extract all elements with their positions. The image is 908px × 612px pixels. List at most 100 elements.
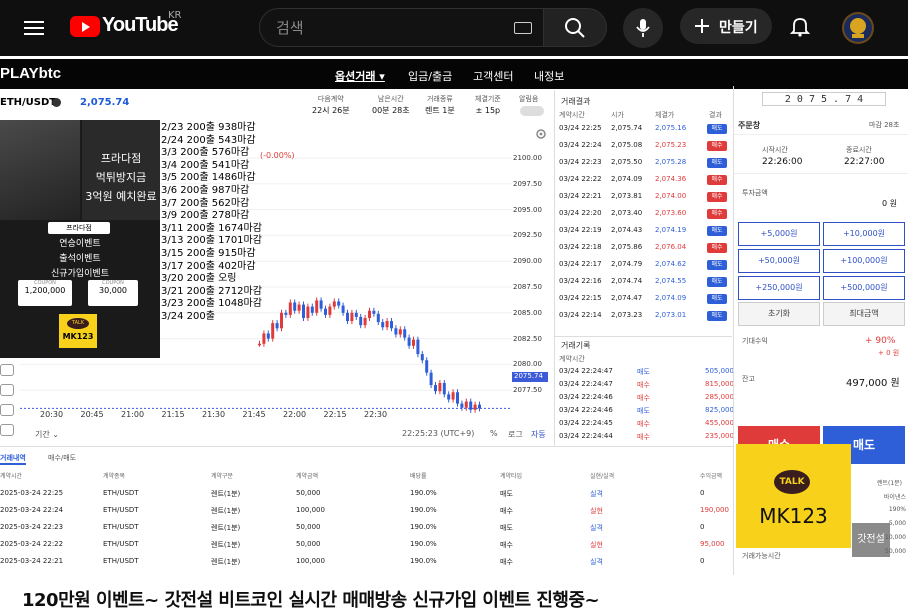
video-title[interactable]: 120만원 이벤트~ 갓전설 비트코인 실시간 매매방송 신규가입 이벤트 진행… xyxy=(22,586,600,612)
x-tick-label: 22:30 xyxy=(364,410,388,419)
history-cell: 2025-03-24 22:22 xyxy=(0,540,64,548)
magnet-icon[interactable] xyxy=(0,364,14,376)
x-tick-label: 21:00 xyxy=(121,410,145,419)
result-close: 2,074.55 xyxy=(655,277,687,285)
history-cell: 0 xyxy=(700,489,705,497)
drawing-tools xyxy=(0,364,14,444)
notice-line: 3/17 200출 402마감 xyxy=(161,260,256,272)
search-button[interactable] xyxy=(543,8,607,47)
period-select[interactable]: 기간 ⌄ xyxy=(35,429,59,440)
result-time: 03/24 22:18 xyxy=(559,243,602,251)
payout-notice-list: 2/23 200출 938마감 2/24 200출 543마감 3/3 200출 5… xyxy=(161,122,262,324)
candle xyxy=(346,312,349,322)
log-time: 03/24 22:24:46 xyxy=(559,393,613,401)
tab-buy-sell[interactable]: 매수/매도 xyxy=(48,453,76,463)
result-badge: 매도 xyxy=(707,260,727,270)
add-50000-button[interactable]: +50,000원 xyxy=(738,249,820,273)
result-time: 03/24 22:21 xyxy=(559,192,602,200)
video-player[interactable]: PLAYbtc 옵션거래 ▾ 입금/출금 고객센터 내정보 ETH/USDT 2… xyxy=(0,56,908,575)
result-time: 03/24 22:20 xyxy=(559,209,602,217)
candle xyxy=(280,312,283,329)
add-5000-button[interactable]: +5,000원 xyxy=(738,222,820,246)
voice-search-button[interactable] xyxy=(623,8,663,48)
result-badge: 매도 xyxy=(707,158,727,168)
results-col-result: 결과 xyxy=(709,111,722,119)
history-cell: ETH/USDT xyxy=(103,540,139,548)
candle xyxy=(319,300,323,309)
nav-myinfo[interactable]: 내정보 xyxy=(534,68,564,84)
history-cell: 렌트(1분) xyxy=(211,524,241,532)
log-side: 매도 xyxy=(637,368,650,376)
add-250000-button[interactable]: +250,000원 xyxy=(738,276,820,300)
kakao-talk-tile[interactable]: TALK MK123 xyxy=(59,314,97,348)
results-col-close: 체결가 xyxy=(655,111,675,119)
result-row: 03/24 22:19 2,074.43 2,074.19 매도 xyxy=(559,226,731,240)
notifications-button[interactable] xyxy=(788,14,812,38)
nav-option-trade[interactable]: 옵션거래 ▾ xyxy=(335,68,385,84)
result-close: 2,074.00 xyxy=(655,192,687,200)
menu-icon[interactable] xyxy=(22,16,46,40)
avatar-image xyxy=(844,14,872,42)
result-row: 03/24 22:23 2,075.50 2,075.28 매도 xyxy=(559,158,731,172)
notice-line: 3/6 200출 987마감 xyxy=(161,184,250,196)
history-cell: 0 xyxy=(700,523,705,531)
reset-button[interactable]: 초기화 xyxy=(738,302,820,326)
ad-text-block: 프라다점 먹튀방지금 3억원 예치완료 xyxy=(82,120,160,220)
chart-settings-icon[interactable] xyxy=(535,128,547,140)
keyboard-icon[interactable] xyxy=(514,22,532,34)
candle xyxy=(478,404,481,409)
playbtc-navbar: PLAYbtc 옵션거래 ▾ 입금/출금 고객센터 내정보 xyxy=(0,59,908,89)
search-icon xyxy=(565,18,585,38)
nav-support[interactable]: 고객센터 xyxy=(473,68,513,84)
result-badge: 매수 xyxy=(707,175,727,185)
youtube-logo[interactable]: YouTube xyxy=(70,14,179,42)
result-close: 2,074.62 xyxy=(655,260,687,268)
history-cell: 실현 xyxy=(590,507,603,515)
percent-scale-button[interactable]: % xyxy=(490,429,498,438)
notice-line: 3/21 200출 2712마감 xyxy=(161,285,262,297)
start-time-label: 시작시간 xyxy=(762,146,788,154)
add-10000-button[interactable]: +10,000원 xyxy=(823,222,905,246)
history-cell: ETH/USDT xyxy=(103,557,139,565)
candle xyxy=(451,392,455,400)
auto-scale-button[interactable]: 자동 xyxy=(531,429,546,440)
history-col: 수익금액 xyxy=(700,473,723,480)
invest-amount[interactable]: 0 원 xyxy=(882,198,897,209)
history-cell: 실격 xyxy=(590,490,603,498)
pair-dropdown-icon[interactable] xyxy=(52,98,61,107)
kakao-talk-ad[interactable]: TALK MK123 xyxy=(736,444,851,548)
playbtc-logo[interactable]: PLAYbtc xyxy=(0,65,61,82)
nav-deposit[interactable]: 입금/출금 xyxy=(408,68,452,84)
candle xyxy=(390,321,393,329)
y-tick-label: 2077.50 xyxy=(513,386,542,395)
y-tick-label: 2087.50 xyxy=(513,283,542,291)
result-time: 03/24 22:23 xyxy=(559,158,602,166)
pencil-icon[interactable] xyxy=(0,384,14,396)
ad-event-1: 연승이벤트 xyxy=(59,239,101,249)
result-close: 2,075.28 xyxy=(655,158,687,166)
lock-icon[interactable] xyxy=(0,404,14,416)
candle xyxy=(271,323,275,339)
result-open: 2,075.08 xyxy=(611,141,643,149)
add-500000-button[interactable]: +500,000원 xyxy=(823,276,905,300)
result-row: 03/24 22:20 2,073.40 2,073.60 매수 xyxy=(559,209,731,223)
history-cell: 2025-03-24 22:24 xyxy=(0,506,64,514)
log-scale-button[interactable]: 로그 xyxy=(508,429,523,440)
create-button[interactable]: 만들기 xyxy=(680,8,772,44)
pair-name[interactable]: ETH/USDT xyxy=(0,97,56,108)
add-100000-button[interactable]: +100,000원 xyxy=(823,249,905,273)
pair-price: 2,075.74 xyxy=(80,97,130,108)
history-col: 계약종목 xyxy=(103,473,126,480)
candle xyxy=(363,317,367,326)
plus-icon xyxy=(695,19,709,33)
avatar[interactable] xyxy=(842,12,874,44)
eye-icon[interactable] xyxy=(0,424,14,436)
remaining-time-label: 남은시간 xyxy=(377,95,404,103)
result-open: 2,074.47 xyxy=(611,294,643,302)
result-open: 2,074.79 xyxy=(611,260,643,268)
available-time-label: 거래가능시간 xyxy=(742,552,781,560)
tab-trade-history[interactable]: 거래내역 xyxy=(0,453,26,465)
max-amount-button[interactable]: 최대금액 xyxy=(823,302,905,326)
history-cell: 2025-03-24 22:25 xyxy=(0,489,64,497)
search-input[interactable] xyxy=(276,17,496,39)
